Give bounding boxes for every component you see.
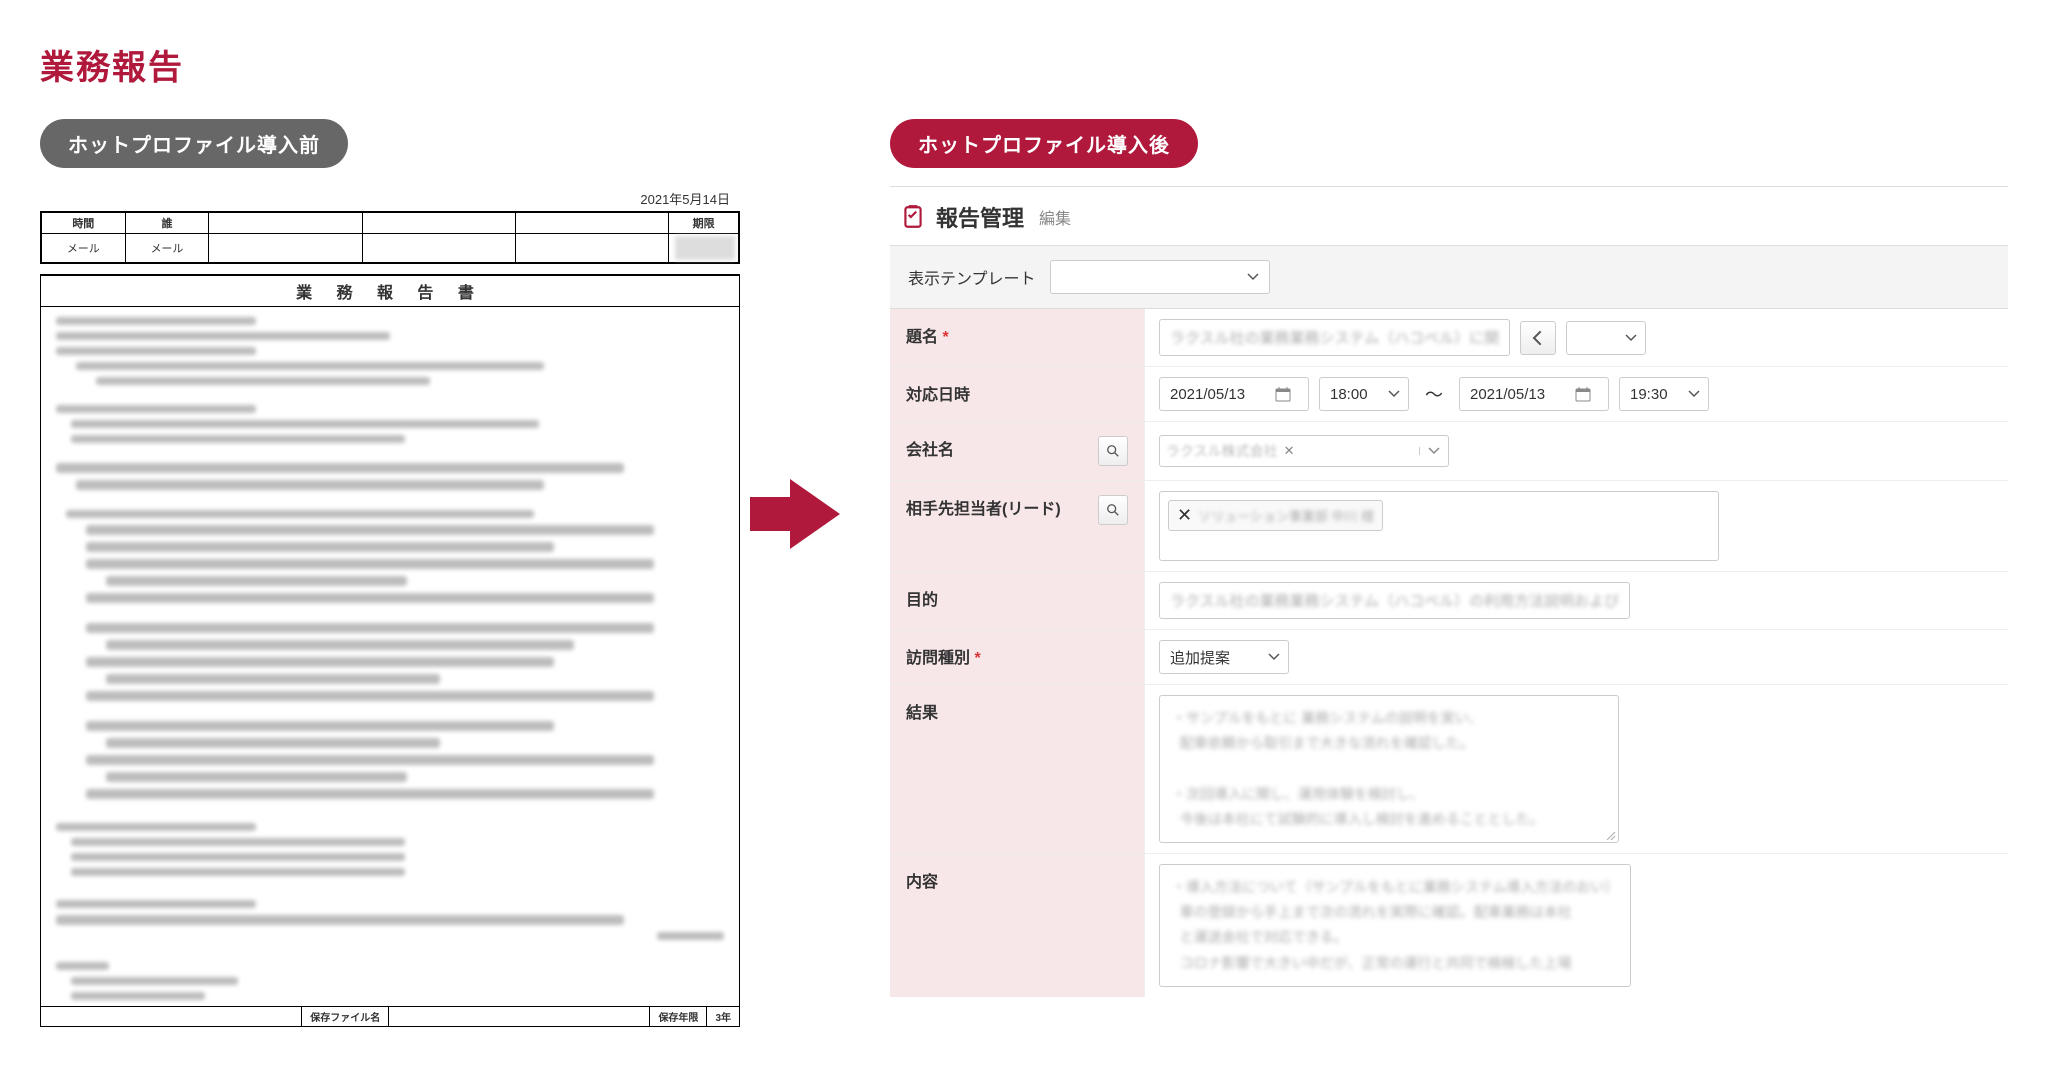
lead-label: 相手先担当者(リード) bbox=[906, 495, 1092, 519]
lead-chip[interactable]: ✕ ソリューション事業部 中川 様 bbox=[1168, 500, 1383, 531]
visit-type-label: 訪問種別 bbox=[906, 650, 970, 667]
resize-handle-icon[interactable] bbox=[1604, 828, 1616, 840]
result-label: 結果 bbox=[906, 699, 938, 723]
tilde-separator: 〜 bbox=[1419, 381, 1449, 407]
chevron-down-icon bbox=[1247, 273, 1259, 281]
document-body-frame: 業 務 報 告 書 bbox=[40, 274, 740, 1027]
arrow-icon bbox=[790, 479, 840, 549]
doc-date: 2021年5月14日 bbox=[40, 186, 740, 211]
calendar-icon bbox=[1575, 386, 1591, 402]
lead-input[interactable]: ✕ ソリューション事業部 中川 様 bbox=[1159, 491, 1719, 561]
visit-type-select[interactable]: 追加提案 bbox=[1159, 640, 1289, 674]
page-title: 業務報告 bbox=[40, 40, 2008, 89]
date-to-input[interactable]: 2021/05/13 bbox=[1459, 377, 1609, 411]
company-search-button[interactable] bbox=[1098, 436, 1128, 466]
row-purpose: 目的 ラクスル社の業務業務システム（ハコベル）の利用方法説明および bbox=[890, 572, 2008, 630]
calendar-icon bbox=[1275, 386, 1291, 402]
panel-title: 報告管理 bbox=[936, 201, 1024, 233]
clipboard-icon bbox=[900, 204, 926, 230]
content-textarea[interactable]: ・導入方法について（サンプルをもとに業務システム導入方法のおい） 車の登録から手… bbox=[1159, 864, 1631, 987]
doc-title: 業 務 報 告 書 bbox=[41, 275, 739, 307]
row-title: 題名 * ラクスル社の業務業務システム（ハコベル）に関 bbox=[890, 309, 2008, 367]
chevron-down-icon[interactable] bbox=[1419, 447, 1440, 455]
form-panel: 報告管理 編集 表示テンプレート 題名 * ラクスル社の業務業務システム（ハコベ… bbox=[890, 186, 2008, 997]
content-label: 内容 bbox=[906, 868, 938, 892]
panel-header: 報告管理 編集 bbox=[890, 187, 2008, 245]
required-mark: * bbox=[974, 650, 980, 667]
template-select[interactable] bbox=[1050, 260, 1270, 294]
doc-mini-table: 時間 誰 期限 メール メール bbox=[41, 212, 739, 263]
before-column: ホットプロファイル導入前 2021年5月14日 時間 誰 期限 メール メール bbox=[40, 119, 740, 1027]
company-tag-input[interactable]: ラクスル株式会社 ✕ bbox=[1159, 435, 1449, 467]
after-column: ホットプロファイル導入後 報告管理 編集 表示テンプレート bbox=[890, 119, 2008, 997]
before-badge: ホットプロファイル導入前 bbox=[40, 119, 348, 168]
row-visit-type: 訪問種別 * 追加提案 bbox=[890, 630, 2008, 685]
date-label: 対応日時 bbox=[906, 381, 970, 405]
close-icon[interactable]: ✕ bbox=[1284, 443, 1295, 459]
arrow-column bbox=[790, 119, 840, 549]
date-from-input[interactable]: 2021/05/13 bbox=[1159, 377, 1309, 411]
result-textarea[interactable]: ・サンプルをもとに 業務システムの説明を実い、 配車依頼から取引まで大きな流れを… bbox=[1159, 695, 1619, 843]
time-to-select[interactable]: 19:30 bbox=[1619, 377, 1709, 411]
doc-body-blurred bbox=[41, 307, 739, 1006]
required-mark: * bbox=[942, 329, 948, 346]
row-company: 会社名 ラクスル株式会社 ✕ bbox=[890, 422, 2008, 481]
lead-search-button[interactable] bbox=[1098, 495, 1128, 525]
purpose-input[interactable]: ラクスル社の業務業務システム（ハコベル）の利用方法説明および bbox=[1159, 582, 1630, 619]
document-frame: 時間 誰 期限 メール メール bbox=[40, 211, 740, 264]
row-lead: 相手先担当者(リード) ✕ ソリューション事業部 中川 様 bbox=[890, 481, 2008, 572]
template-label: 表示テンプレート bbox=[908, 265, 1036, 289]
row-content: 内容 ・導入方法について（サンプルをもとに業務システム導入方法のおい） 車の登録… bbox=[890, 854, 2008, 997]
row-result: 結果 ・サンプルをもとに 業務システムの説明を実い、 配車依頼から取引まで大きな… bbox=[890, 685, 2008, 854]
company-label: 会社名 bbox=[906, 436, 1092, 460]
after-badge: ホットプロファイル導入後 bbox=[890, 119, 1198, 168]
doc-footer: 保存ファイル名 保存年限 3年 bbox=[41, 1006, 739, 1026]
purpose-label: 目的 bbox=[906, 586, 938, 610]
time-from-select[interactable]: 18:00 bbox=[1319, 377, 1409, 411]
title-label: 題名 bbox=[906, 329, 938, 346]
close-icon[interactable]: ✕ bbox=[1177, 505, 1192, 526]
title-input[interactable]: ラクスル社の業務業務システム（ハコベル）に関 bbox=[1159, 319, 1510, 356]
template-row: 表示テンプレート bbox=[890, 245, 2008, 309]
panel-subtitle: 編集 bbox=[1039, 205, 1071, 229]
row-date: 対応日時 2021/05/13 18:00 〜 2021/05/13 bbox=[890, 367, 2008, 422]
title-select[interactable] bbox=[1566, 321, 1646, 355]
title-prev-button[interactable] bbox=[1520, 321, 1556, 355]
